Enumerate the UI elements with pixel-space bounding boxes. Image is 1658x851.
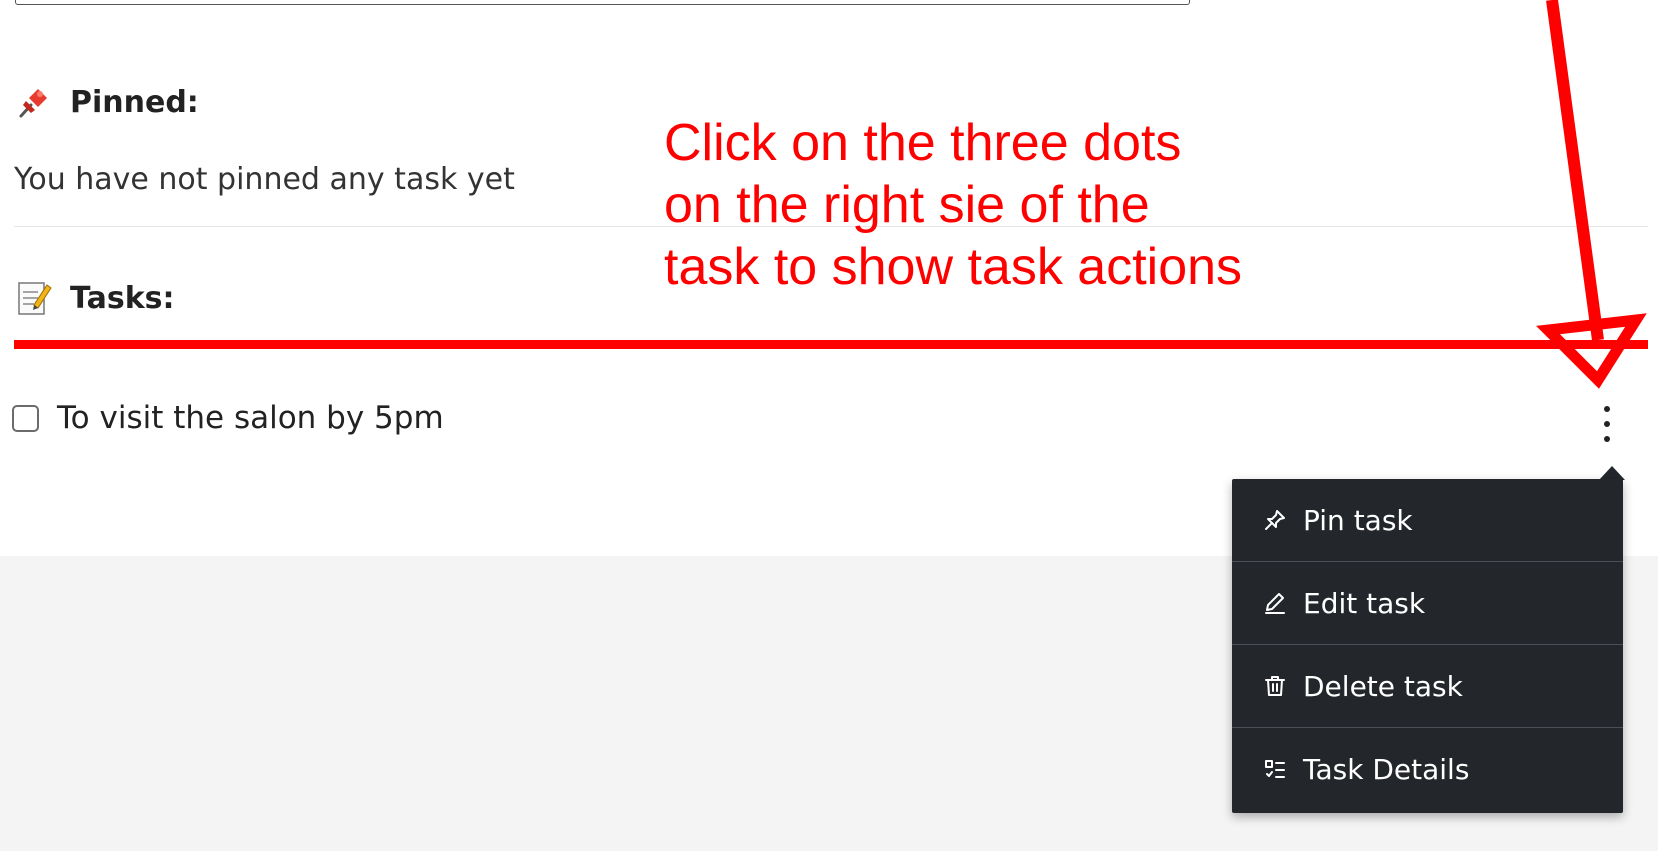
page: Pinned: You have not pinned any task yet… xyxy=(0,0,1658,851)
checklist-icon xyxy=(1263,758,1287,782)
dot xyxy=(1604,406,1610,412)
pinned-empty-message: You have not pinned any task yet xyxy=(14,162,515,197)
menu-item-pin-task[interactable]: Pin task xyxy=(1232,479,1623,562)
pinned-heading: Pinned: xyxy=(16,84,199,120)
task-input-field[interactable] xyxy=(15,0,1190,5)
pin-icon xyxy=(1263,508,1287,532)
pencil-icon xyxy=(1263,591,1287,615)
annotation-text: Click on the three dots on the right sie… xyxy=(664,112,1242,298)
task-actions-menu: Pin task Edit task Delete task Task Deta… xyxy=(1232,479,1623,813)
menu-item-label: Delete task xyxy=(1303,669,1463,703)
trash-icon xyxy=(1263,674,1287,698)
menu-item-edit-task[interactable]: Edit task xyxy=(1232,562,1623,645)
menu-item-label: Edit task xyxy=(1303,586,1426,620)
dot xyxy=(1604,436,1610,442)
task-row: To visit the salon by 5pm xyxy=(12,400,444,436)
annotation-underline xyxy=(14,340,1648,349)
memo-icon xyxy=(16,279,52,317)
task-actions-button[interactable] xyxy=(1592,404,1622,444)
pushpin-icon xyxy=(16,84,52,120)
task-checkbox[interactable] xyxy=(12,404,39,432)
annotation-line: on the right sie of the xyxy=(664,176,1150,234)
tasks-heading: Tasks: xyxy=(16,279,175,317)
tasks-heading-label: Tasks: xyxy=(70,280,175,316)
annotation-line: Click on the three dots xyxy=(664,114,1182,172)
menu-item-delete-task[interactable]: Delete task xyxy=(1232,645,1623,728)
menu-item-label: Task Details xyxy=(1303,753,1470,786)
pinned-heading-label: Pinned: xyxy=(70,84,199,120)
menu-item-label: Pin task xyxy=(1303,503,1413,537)
dot xyxy=(1604,421,1610,427)
menu-item-task-details[interactable]: Task Details xyxy=(1232,728,1623,811)
task-label: To visit the salon by 5pm xyxy=(57,400,444,436)
menu-caret xyxy=(1599,466,1625,480)
annotation-line: task to show task actions xyxy=(664,238,1243,296)
